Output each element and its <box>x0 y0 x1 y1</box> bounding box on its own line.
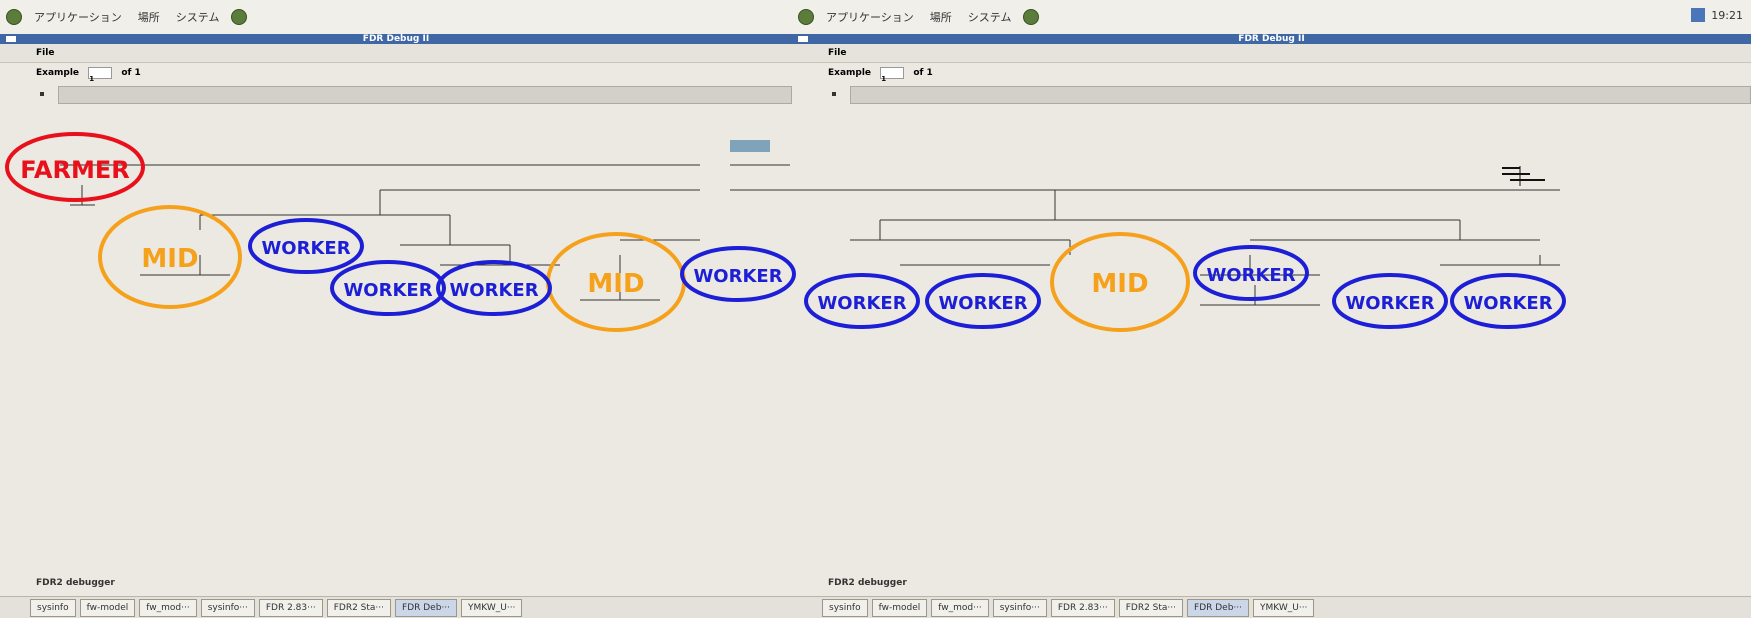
mid-label: MID <box>141 244 198 274</box>
worker-label: WORKER <box>817 293 906 314</box>
worker-label: WORKER <box>261 238 350 259</box>
worker-label: WORKER <box>449 280 538 301</box>
worker-label: WORKER <box>1463 293 1552 314</box>
mid-label: MID <box>587 269 644 299</box>
annotation-overlay: FARMER MID MID MID WORKER WORKER WORKER … <box>5 132 1566 332</box>
worker-label: WORKER <box>1345 293 1434 314</box>
farmer-label: FARMER <box>20 156 129 184</box>
worker-label: WORKER <box>938 293 1027 314</box>
mid-label: MID <box>1091 269 1148 299</box>
worker-label: WORKER <box>343 280 432 301</box>
worker-label: WORKER <box>693 266 782 287</box>
worker-label: WORKER <box>1206 265 1295 286</box>
